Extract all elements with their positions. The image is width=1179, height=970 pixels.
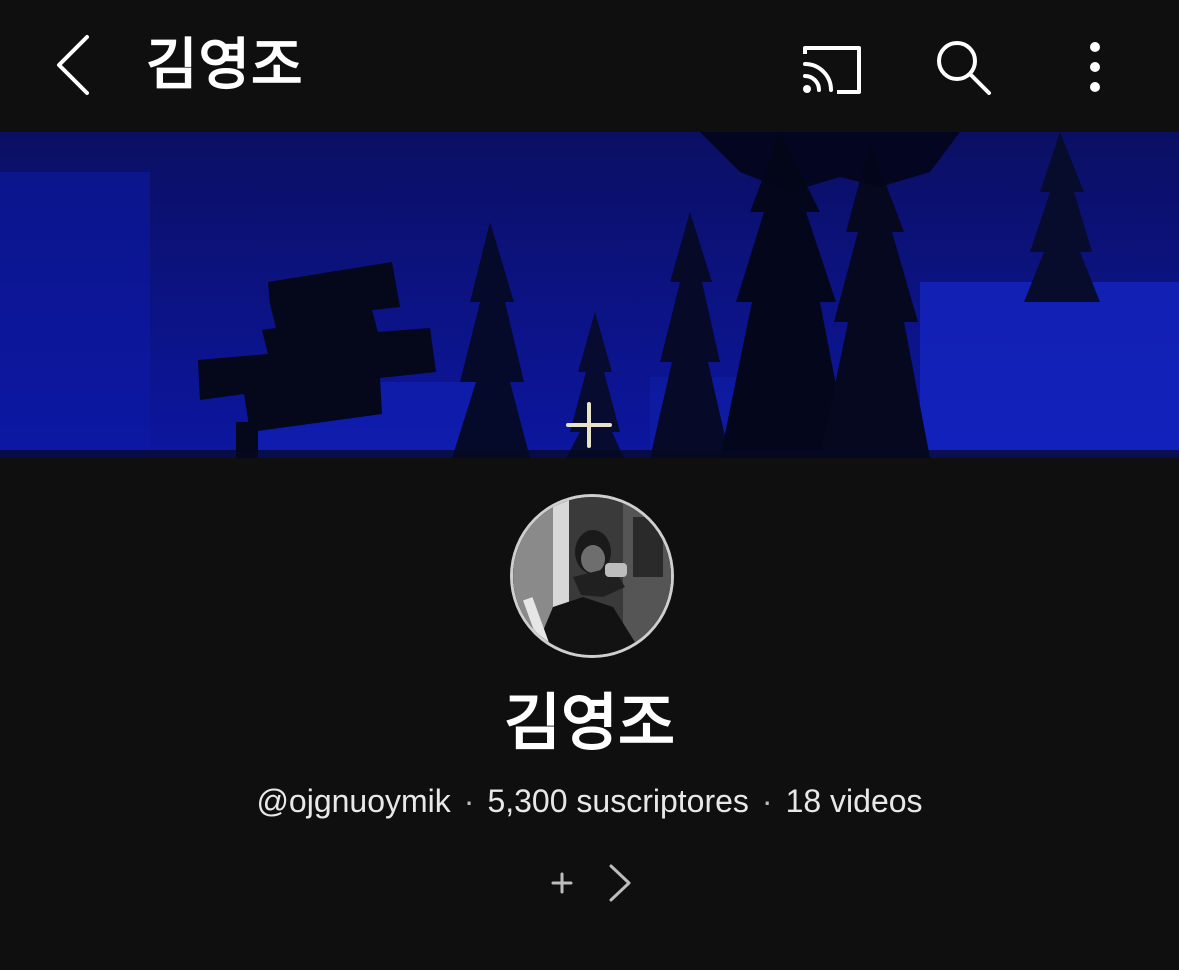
meta-separator: · — [761, 783, 773, 819]
top-app-bar: 김영조 — [0, 0, 1179, 132]
more-about-button[interactable] — [605, 862, 635, 904]
channel-name: 김영조 — [503, 686, 676, 759]
channel-banner[interactable] — [0, 132, 1179, 458]
back-button[interactable] — [38, 30, 108, 100]
channel-avatar[interactable] — [510, 494, 674, 658]
plus-icon — [566, 402, 612, 448]
add-link-button[interactable] — [545, 866, 579, 900]
subscriber-count: 5,300 suscriptores — [487, 783, 749, 819]
plus-icon — [551, 872, 573, 894]
channel-links-row — [535, 858, 645, 908]
page-title: 김영조 — [146, 33, 304, 98]
meta-separator: · — [463, 783, 475, 819]
channel-handle: @ojgnuoymik — [256, 783, 451, 819]
chevron-left-icon — [57, 35, 89, 95]
video-count: 18 videos — [785, 783, 923, 819]
channel-meta: @ojgnuoymik · 5,300 suscriptores · 18 videos — [0, 778, 1179, 824]
more-vertical-icon — [1090, 42, 1100, 92]
avatar-image — [513, 497, 671, 655]
more-options-button[interactable] — [1070, 32, 1120, 102]
search-icon — [937, 41, 991, 95]
cast-icon — [803, 46, 861, 94]
cast-button[interactable] — [795, 36, 867, 100]
chevron-right-icon — [609, 864, 631, 902]
search-button[interactable] — [928, 32, 998, 102]
banner-add-button[interactable] — [562, 398, 616, 452]
